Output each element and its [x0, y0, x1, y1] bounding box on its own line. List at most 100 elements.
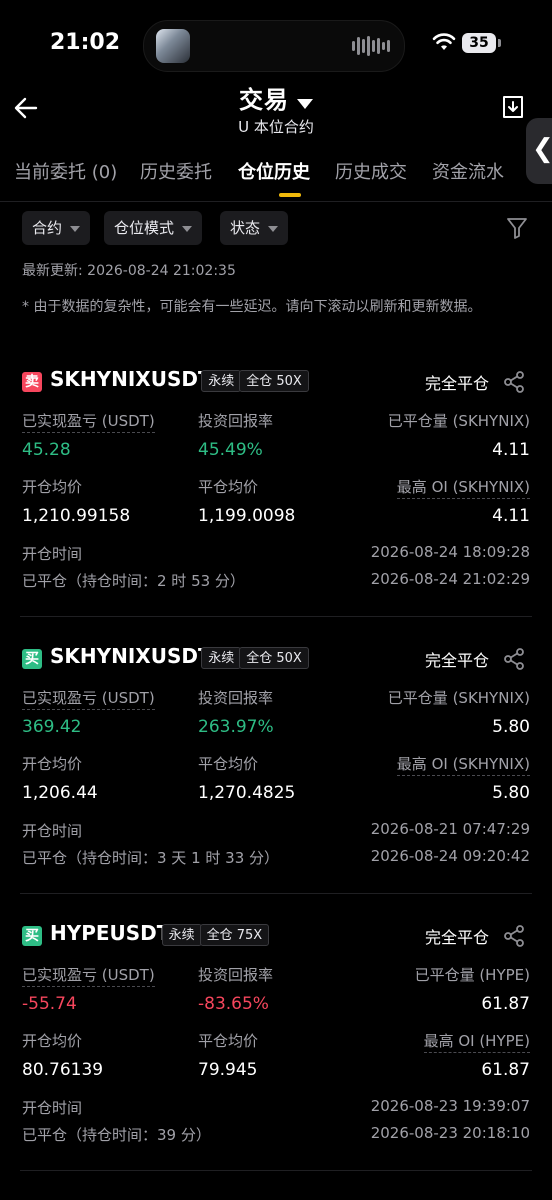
status-bar: 21:02 35 — [0, 0, 552, 86]
avg-close-value: 1,199.0098 — [198, 506, 296, 526]
filter-position-mode[interactable]: 仓位模式 — [104, 211, 203, 245]
symbol[interactable]: HYPEUSDT — [50, 921, 170, 945]
contract-type-tag: 永续 — [161, 924, 202, 946]
avg-close-label: 平仓均价 — [198, 1032, 259, 1050]
margin-mode-tag: 全仓 50X — [239, 370, 309, 392]
close-status: 完全平仓 — [425, 928, 490, 947]
realized-pnl-label[interactable]: 已实现盈亏 (USDT) — [22, 410, 155, 433]
realized-pnl-value: 45.28 — [22, 440, 71, 460]
share-icon[interactable] — [502, 370, 526, 394]
closed-duration-label: 已平仓（持仓时间：39 分） — [22, 1126, 211, 1144]
avg-open-value: 80.76139 — [22, 1060, 104, 1080]
tab-trade-history[interactable]: 历史成交 — [335, 158, 407, 184]
page-title[interactable]: 交易 — [0, 80, 552, 115]
closed-qty-value: 5.80 — [492, 717, 530, 737]
avg-close-value: 1,270.4825 — [198, 783, 296, 803]
roi-value: -83.65% — [198, 994, 269, 1014]
position-card: 买 HYPEUSDT 永续 全仓 75X 完全平仓 已实现盈亏 (USDT) 投资回报率 已平… — [0, 920, 552, 1192]
tab-open-orders[interactable]: 当前委托 (0) — [14, 158, 117, 184]
closed-qty-label: 已平仓量 (HYPE) — [414, 966, 530, 984]
max-oi-value: 5.80 — [492, 783, 530, 803]
page-subtitle: U 本位合约 — [238, 118, 314, 136]
max-oi-value: 4.11 — [492, 506, 530, 526]
export-icon[interactable] — [502, 94, 524, 120]
max-oi-label[interactable]: 最高 OI (SKHYNIX) — [396, 476, 530, 499]
realized-pnl-label[interactable]: 已实现盈亏 (USDT) — [22, 964, 155, 987]
close-status: 完全平仓 — [425, 651, 490, 670]
tab-position-history[interactable]: 仓位历史 — [238, 158, 310, 184]
avg-close-label: 平仓均价 — [198, 755, 259, 773]
filter-icon[interactable] — [506, 216, 528, 240]
closed-qty-value: 4.11 — [492, 440, 530, 460]
roi-value: 263.97% — [198, 717, 274, 737]
audio-waveform-icon — [352, 35, 390, 57]
card-divider — [20, 1170, 532, 1171]
avg-open-label: 开仓均价 — [22, 1032, 83, 1050]
caret-down-icon — [297, 98, 313, 109]
position-card: 买 SKHYNIXUSDT 永续 全仓 50X 完全平仓已实现盈亏 (USDT) 投资回报… — [0, 643, 552, 915]
open-time-value: 2026-08-24 18:09:28 — [370, 543, 530, 561]
margin-mode-tag: 全仓 75X — [199, 924, 270, 946]
tab-transaction-history[interactable]: 资金流水 — [432, 158, 504, 184]
close-time-value: 2026-08-24 09:20:42 — [370, 847, 530, 865]
caret-down-icon — [268, 225, 279, 232]
open-time-label: 开仓时间 — [22, 1099, 83, 1117]
max-oi-value: 61.87 — [481, 1060, 530, 1080]
realized-pnl-value: 369.42 — [22, 717, 82, 737]
open-time-label: 开仓时间 — [22, 822, 83, 840]
closed-duration-label: 已平仓（持仓时间：3 天 1 时 33 分） — [22, 849, 280, 867]
share-icon[interactable] — [502, 647, 526, 671]
filter-position-mode-label: 仓位模式 — [114, 219, 175, 237]
avg-open-value: 1,210.99158 — [22, 506, 131, 526]
realized-pnl-label[interactable]: 已实现盈亏 (USDT) — [22, 687, 155, 710]
avg-open-label: 开仓均价 — [22, 478, 83, 496]
avg-close-value: 79.945 — [198, 1060, 258, 1080]
open-time-label: 开仓时间 — [22, 545, 83, 563]
close-status: 完全平仓 — [425, 374, 490, 393]
last-updated: 最新更新: 2026-08-24 21:02:35 — [22, 263, 236, 279]
roi-label: 投资回报率 — [198, 412, 274, 430]
filter-status[interactable]: 状态 — [220, 211, 289, 245]
realized-pnl-value: -55.74 — [22, 994, 77, 1014]
share-icon[interactable] — [502, 924, 526, 948]
wifi-icon — [432, 33, 456, 50]
roi-value: 45.49% — [198, 440, 263, 460]
close-time-value: 2026-08-23 20:18:10 — [370, 1124, 530, 1142]
closed-qty-value: 61.87 — [481, 994, 530, 1014]
divider — [0, 201, 552, 202]
tab-bar: 当前委托 (0) 历史委托 仓位历史 历史成交 资金流水 — [14, 158, 552, 198]
max-oi-label[interactable]: 最高 OI (HYPE) — [423, 1030, 530, 1053]
filter-contract[interactable]: 合约 — [22, 211, 91, 245]
side-badge: 卖 — [22, 372, 42, 392]
active-tab-indicator — [279, 193, 301, 197]
close-time-value: 2026-08-24 21:02:29 — [370, 570, 530, 588]
open-time-value: 2026-08-23 19:39:07 — [370, 1097, 530, 1115]
symbol[interactable]: SKHYNIXUSDT — [50, 644, 212, 668]
filter-contract-label: 合约 — [32, 219, 63, 237]
side-badge: 买 — [22, 926, 42, 946]
card-divider — [20, 616, 532, 617]
avg-open-label: 开仓均价 — [22, 755, 83, 773]
page-title-text: 交易 — [239, 86, 289, 114]
caret-down-icon — [70, 225, 81, 232]
status-time: 21:02 — [50, 30, 121, 55]
roi-label: 投资回报率 — [198, 966, 274, 984]
symbol[interactable]: SKHYNIXUSDT — [50, 367, 212, 391]
avg-close-label: 平仓均价 — [198, 478, 259, 496]
closed-duration-label: 已平仓（持仓时间：2 时 53 分） — [22, 572, 245, 590]
filter-status-label: 状态 — [230, 219, 261, 237]
margin-mode-tag: 全仓 50X — [239, 647, 309, 669]
caret-down-icon — [182, 225, 193, 232]
contract-type-tag: 永续 — [201, 370, 242, 392]
position-card: 卖 SKHYNIXUSDT 永续 全仓 50X 完全平仓已实现盈亏 (USDT) 投资回报… — [0, 366, 552, 638]
avg-open-value: 1,206.44 — [22, 783, 98, 803]
max-oi-label[interactable]: 最高 OI (SKHYNIX) — [396, 753, 530, 776]
dynamic-island[interactable] — [143, 20, 405, 72]
closed-qty-label: 已平仓量 (SKHYNIX) — [387, 412, 530, 430]
open-time-value: 2026-08-21 07:47:29 — [370, 820, 530, 838]
tab-order-history[interactable]: 历史委托 — [140, 158, 212, 184]
now-playing-artwork-icon — [156, 29, 190, 63]
roi-label: 投资回报率 — [198, 689, 274, 707]
side-badge: 买 — [22, 649, 42, 669]
contract-type-tag: 永续 — [201, 647, 242, 669]
